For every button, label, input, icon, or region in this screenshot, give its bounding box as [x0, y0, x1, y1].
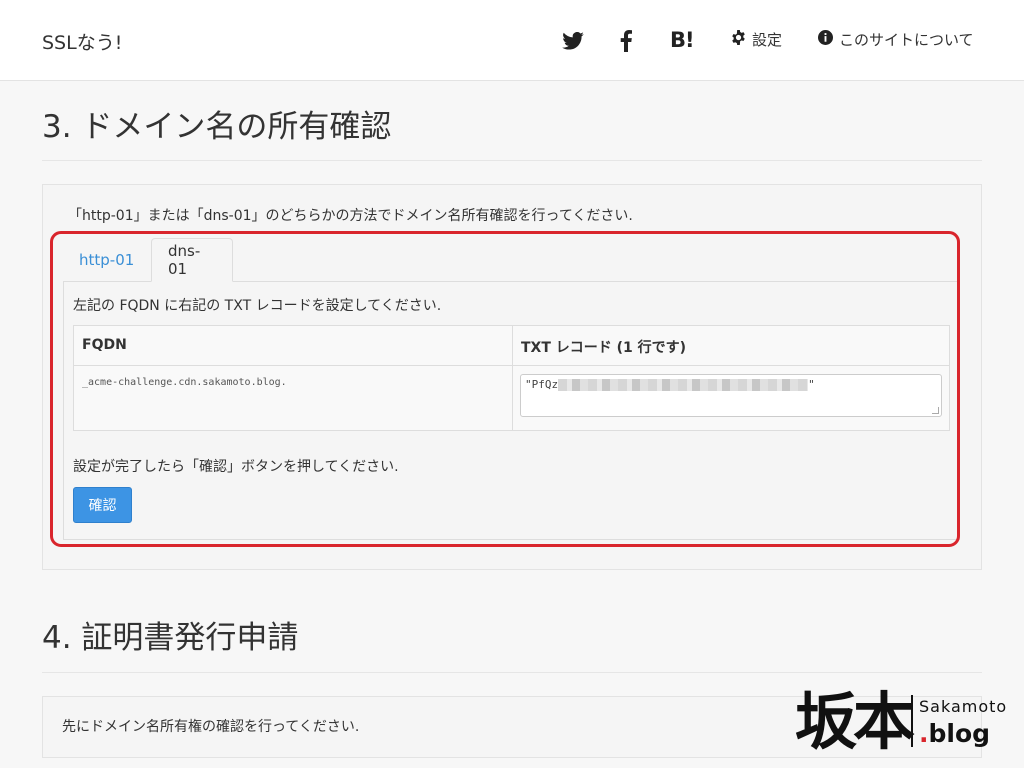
tab-dns-01[interactable]: dns-01 [151, 238, 233, 282]
confirm-instruction: 設定が完了したら「確認」ボタンを押してください. [73, 459, 399, 475]
confirm-button[interactable]: 確認 [73, 487, 132, 523]
twitter-icon[interactable] [562, 28, 584, 54]
dns-instruction: 左記の FQDN に右記の TXT レコードを設定してください. [73, 298, 442, 314]
table-column-divider [512, 326, 513, 430]
txt-record-suffix: " [808, 378, 815, 391]
section3-title: 3. ドメイン名の所有確認 [42, 109, 392, 145]
column-header-txt-record: TXT レコード (1 行です) [521, 340, 687, 356]
redacted-value [558, 379, 809, 391]
brand-link[interactable]: SSLなう! [42, 28, 122, 55]
sakamoto-blog-watermark: 坂本 Sakamoto .blog [795, 683, 1020, 763]
about-label: このサイトについて [839, 31, 974, 49]
dns-record-table: FQDN TXT レコード (1 行です) _acme-challenge.cd… [73, 325, 950, 431]
verification-intro: 「http-01」または「dns-01」のどちらかの方法でドメイン名所有確認を行… [68, 208, 633, 224]
watermark-sakamoto: Sakamoto [919, 697, 1008, 716]
tab-http-01[interactable]: http-01 [63, 238, 150, 282]
column-header-fqdn: FQDN [82, 337, 127, 353]
about-link[interactable]: このサイトについて [818, 29, 974, 50]
gear-icon [731, 30, 746, 49]
section4-title: 4. 証明書発行申請 [42, 620, 299, 656]
txt-record-prefix: "PfQz [525, 378, 559, 391]
settings-link[interactable]: 設定 [731, 29, 782, 50]
watermark-divider [911, 695, 913, 747]
facebook-icon[interactable] [620, 28, 632, 54]
watermark-blog: .blog [919, 719, 990, 748]
watermark-dot: . [919, 719, 929, 748]
section4-divider [42, 672, 982, 673]
navbar: SSLなう! B! 設定 このサイトについて [0, 0, 1024, 81]
textarea-resize-handle[interactable] [932, 407, 939, 414]
fqdn-value: _acme-challenge.cdn.sakamoto.blog. [82, 377, 287, 388]
hatena-bookmark-icon[interactable]: B! [670, 28, 695, 52]
watermark-kanji: 坂本 [795, 685, 915, 758]
certificate-request-notice: 先にドメイン名所有権の確認を行ってください. [62, 719, 360, 735]
settings-label: 設定 [752, 31, 783, 49]
section3-divider [42, 160, 982, 161]
info-icon [818, 30, 833, 49]
txt-record-textarea[interactable]: "PfQz " [520, 374, 942, 417]
watermark-blog-text: blog [928, 719, 991, 748]
